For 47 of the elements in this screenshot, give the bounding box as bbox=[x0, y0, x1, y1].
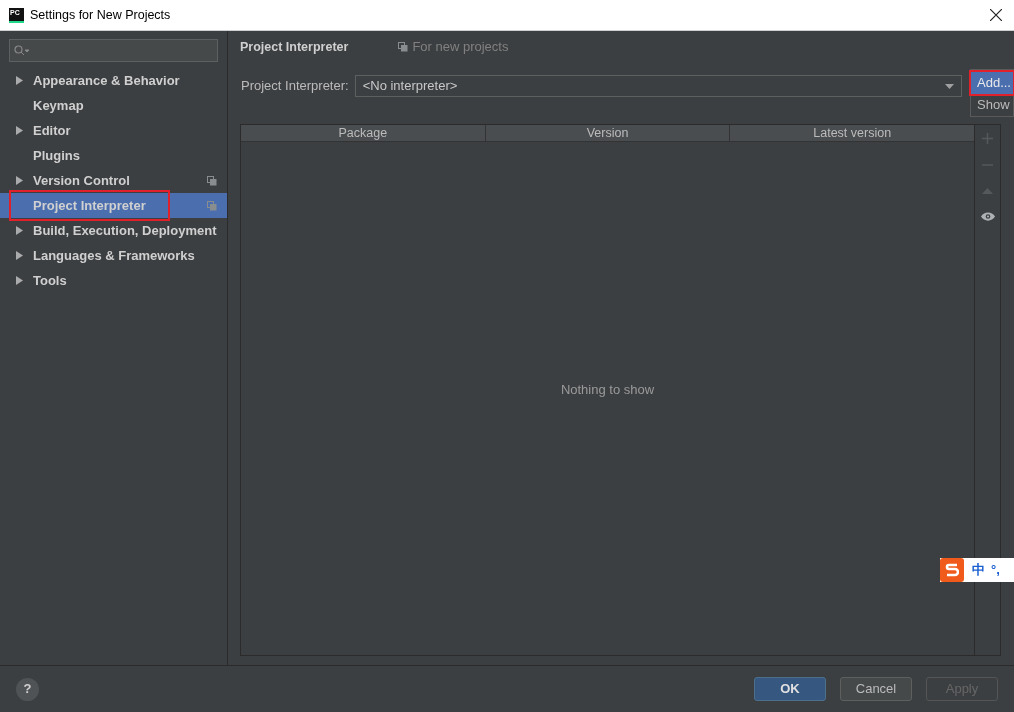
page-title: Project Interpreter bbox=[240, 38, 349, 56]
expand-arrow-icon[interactable] bbox=[16, 126, 23, 135]
dropdown-arrow-icon bbox=[944, 83, 954, 89]
eye-icon[interactable] bbox=[980, 212, 995, 221]
dialog-button[interactable]: Cancel bbox=[840, 677, 912, 701]
scope-note: For new projects bbox=[412, 38, 509, 57]
sidebar-item[interactable]: Editor bbox=[0, 118, 227, 143]
sidebar-item[interactable]: Appearance & Behavior bbox=[0, 68, 227, 93]
close-icon[interactable] bbox=[990, 9, 1002, 21]
interpreter-dropdown[interactable]: <No interpreter> bbox=[354, 75, 962, 97]
help-button[interactable]: ? bbox=[16, 677, 39, 701]
menu-item[interactable]: Show bbox=[971, 94, 1013, 116]
sidebar-item[interactable]: Languages & Frameworks bbox=[0, 243, 227, 268]
sidebar-item[interactable]: Plugins bbox=[0, 143, 227, 168]
copy-icon bbox=[207, 200, 217, 211]
search-field[interactable] bbox=[9, 39, 218, 62]
empty-message: Nothing to show bbox=[560, 380, 655, 399]
sidebar-item-label: Keymap bbox=[33, 96, 84, 115]
copy-icon bbox=[398, 42, 409, 52]
sidebar-item-label: Editor bbox=[33, 121, 71, 140]
sidebar-item-label: Plugins bbox=[33, 146, 80, 165]
column-header[interactable]: Package bbox=[241, 125, 486, 141]
punctuation-mode[interactable]: °, bbox=[991, 560, 1000, 580]
expand-arrow-icon[interactable] bbox=[16, 251, 23, 260]
interpreter-label: Project Interpreter: bbox=[241, 77, 349, 96]
copy-icon bbox=[207, 175, 217, 186]
column-header[interactable]: Latest version bbox=[730, 125, 974, 141]
column-header[interactable]: Version bbox=[485, 125, 731, 141]
sidebar-item-label: Languages & Frameworks bbox=[33, 246, 195, 265]
sidebar-item-label: Appearance & Behavior bbox=[33, 71, 180, 90]
sidebar-item-label: Tools bbox=[33, 271, 67, 290]
input-mode[interactable]: 中 bbox=[972, 560, 985, 580]
s-logo-icon bbox=[945, 563, 959, 577]
expand-arrow-icon[interactable] bbox=[16, 76, 23, 85]
expand-arrow-icon[interactable] bbox=[16, 276, 23, 285]
search-icon bbox=[14, 45, 30, 56]
sidebar-item[interactable]: Keymap bbox=[0, 93, 227, 118]
sidebar-item[interactable]: Tools bbox=[0, 268, 227, 293]
sidebar-item-label: Build, Execution, Deployment bbox=[33, 221, 217, 240]
sidebar-item[interactable]: Project Interpreter bbox=[0, 193, 227, 218]
expand-arrow-icon[interactable] bbox=[16, 226, 23, 235]
sidebar-item-label: Project Interpreter bbox=[9, 189, 170, 222]
expand-arrow-icon[interactable] bbox=[16, 176, 23, 185]
sidebar-item-label: Version Control bbox=[33, 171, 130, 190]
dialog-button[interactable]: OK bbox=[754, 677, 826, 701]
menu-item[interactable]: Add... bbox=[971, 72, 1013, 94]
window-title: Settings for New Projects bbox=[30, 6, 171, 24]
